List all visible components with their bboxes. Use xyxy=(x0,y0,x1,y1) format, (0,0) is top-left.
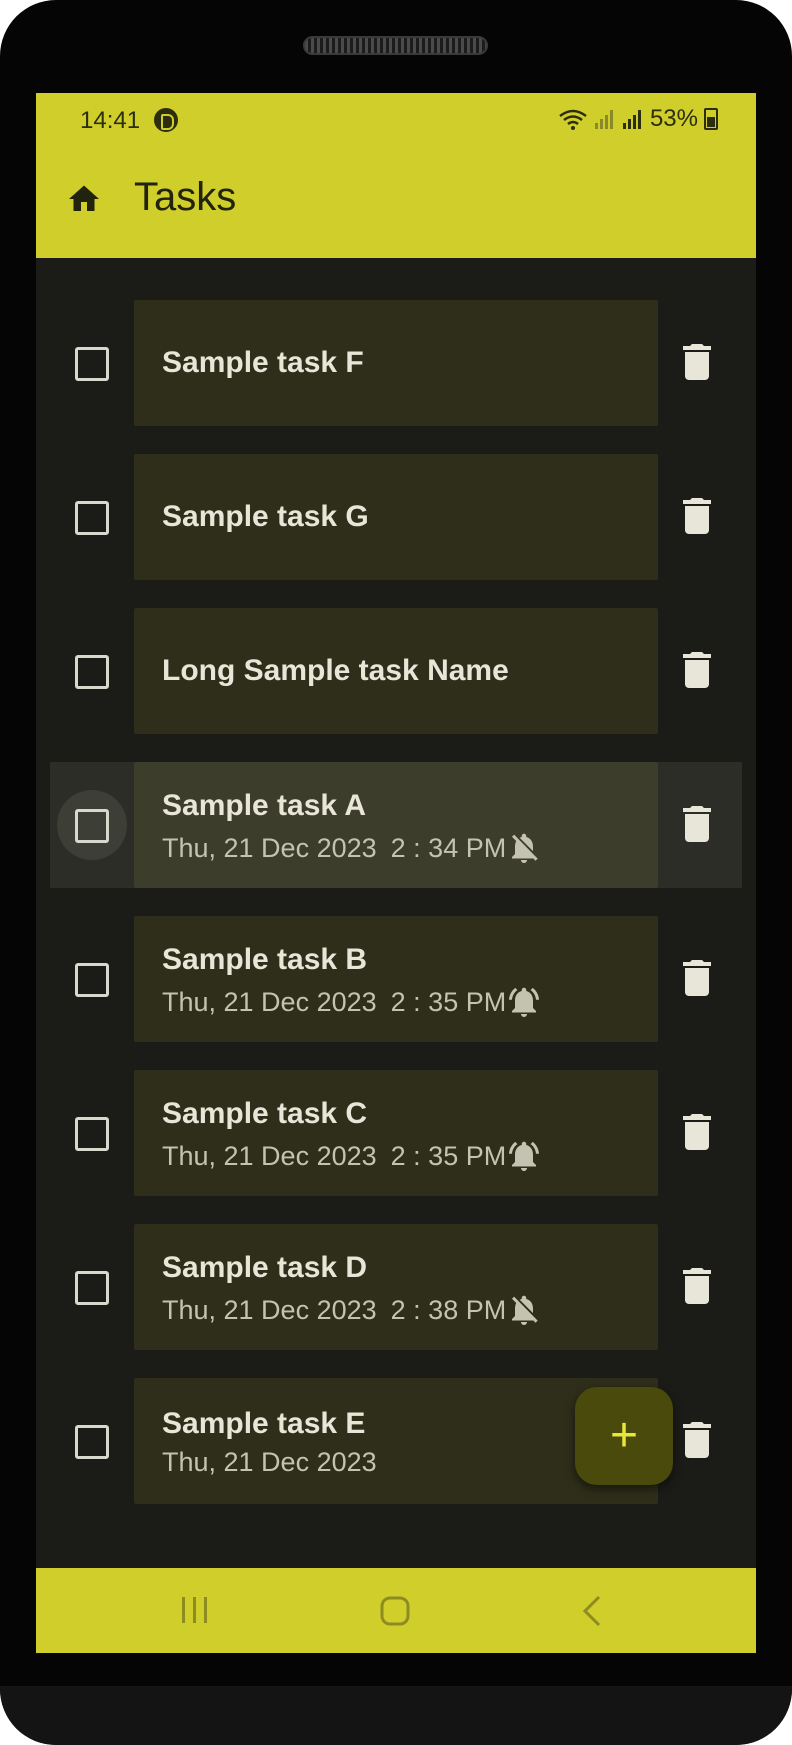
list-item: Sample task D Thu, 21 Dec 2023 2 : 38 PM xyxy=(36,1224,756,1350)
trash-icon[interactable] xyxy=(683,1422,711,1458)
bell-off-icon[interactable] xyxy=(506,1292,542,1328)
task-title: Sample task C xyxy=(162,1097,368,1130)
task-time: 2 : 38 PM xyxy=(390,1295,507,1325)
back-icon[interactable] xyxy=(581,1594,603,1628)
checkbox-icon[interactable] xyxy=(75,347,109,381)
speaker-grille xyxy=(303,36,488,55)
task-list: Sample task F Sample task G Long Sample … xyxy=(36,258,756,1562)
task-title: Long Sample task Name xyxy=(162,654,509,687)
task-datetime: Thu, 21 Dec 2023 2 : 34 PM xyxy=(162,833,506,864)
battery-percent: 53% xyxy=(649,105,698,132)
task-card[interactable]: Sample task B Thu, 21 Dec 2023 2 : 35 PM xyxy=(134,916,658,1042)
list-item-selected: Sample task A Thu, 21 Dec 2023 2 : 34 PM xyxy=(36,762,756,888)
home-icon[interactable] xyxy=(66,181,102,217)
app-bar: Tasks xyxy=(36,145,756,258)
page-title: Tasks xyxy=(134,175,237,219)
task-card[interactable]: Sample task G xyxy=(134,454,658,580)
task-datetime: Thu, 21 Dec 2023 2 : 35 PM xyxy=(162,987,506,1018)
nav-home-icon[interactable] xyxy=(379,1595,411,1627)
device-frame: 14:41 53% Tasks Sample task F Sample tas… xyxy=(0,0,792,1745)
task-date: Thu, 21 Dec 2023 xyxy=(162,833,377,863)
task-date: Thu, 21 Dec 2023 xyxy=(162,1141,377,1171)
task-card[interactable]: Sample task A Thu, 21 Dec 2023 2 : 34 PM xyxy=(134,762,658,888)
checkbox-icon[interactable] xyxy=(75,501,109,535)
recents-icon[interactable] xyxy=(179,1595,211,1625)
list-item: Sample task C Thu, 21 Dec 2023 2 : 35 PM xyxy=(36,1070,756,1196)
checkbox-icon[interactable] xyxy=(75,1117,109,1151)
notification-app-icon xyxy=(154,108,178,132)
task-datetime: Thu, 21 Dec 2023 2 : 38 PM xyxy=(162,1295,506,1326)
task-date: Thu, 21 Dec 2023 xyxy=(162,1295,377,1325)
checkbox-icon[interactable] xyxy=(75,655,109,689)
bell-ringing-icon[interactable] xyxy=(506,984,542,1020)
trash-icon[interactable] xyxy=(683,1114,711,1150)
trash-icon[interactable] xyxy=(683,806,711,842)
task-title: Sample task F xyxy=(162,346,364,379)
signal-icon-2 xyxy=(622,110,641,129)
bell-off-icon[interactable] xyxy=(506,830,542,866)
task-title: Sample task E xyxy=(162,1407,366,1440)
task-card[interactable]: Sample task D Thu, 21 Dec 2023 2 : 38 PM xyxy=(134,1224,658,1350)
status-bar: 14:41 53% xyxy=(36,93,756,145)
system-nav-bar xyxy=(36,1568,756,1653)
checkbox-icon[interactable] xyxy=(75,809,109,843)
trash-icon[interactable] xyxy=(683,652,711,688)
task-title: Sample task G xyxy=(162,500,369,533)
task-datetime: Thu, 21 Dec 2023 xyxy=(162,1447,377,1478)
trash-icon[interactable] xyxy=(683,960,711,996)
bottom-bezel xyxy=(0,1686,792,1745)
battery-icon xyxy=(704,108,718,130)
wifi-icon xyxy=(559,109,587,130)
bell-ringing-icon[interactable] xyxy=(506,1138,542,1174)
task-time: 2 : 34 PM xyxy=(390,833,507,863)
task-card[interactable]: Long Sample task Name xyxy=(134,608,658,734)
status-indicators: 53% xyxy=(558,105,718,133)
trash-icon[interactable] xyxy=(683,344,711,380)
task-date: Thu, 21 Dec 2023 xyxy=(162,987,377,1017)
task-date: Thu, 21 Dec 2023 xyxy=(162,1447,377,1477)
status-time: 14:41 xyxy=(80,107,141,134)
screen: 14:41 53% Tasks Sample task F Sample tas… xyxy=(36,93,756,1653)
add-task-button[interactable]: + xyxy=(575,1387,673,1485)
checkbox-icon[interactable] xyxy=(75,963,109,997)
task-time: 2 : 35 PM xyxy=(390,1141,507,1171)
task-title: Sample task D xyxy=(162,1251,368,1284)
trash-icon[interactable] xyxy=(683,498,711,534)
task-title: Sample task A xyxy=(162,789,366,822)
checkbox-icon[interactable] xyxy=(75,1271,109,1305)
signal-icon xyxy=(594,110,613,129)
checkbox-icon[interactable] xyxy=(75,1425,109,1459)
list-item: Sample task G xyxy=(36,454,756,580)
list-item: Long Sample task Name xyxy=(36,608,756,734)
task-time: 2 : 35 PM xyxy=(390,987,507,1017)
list-item: Sample task F xyxy=(36,300,756,426)
task-card[interactable]: Sample task C Thu, 21 Dec 2023 2 : 35 PM xyxy=(134,1070,658,1196)
task-datetime: Thu, 21 Dec 2023 2 : 35 PM xyxy=(162,1141,506,1172)
task-title: Sample task B xyxy=(162,943,368,976)
task-card[interactable]: Sample task F xyxy=(134,300,658,426)
list-item: Sample task B Thu, 21 Dec 2023 2 : 35 PM xyxy=(36,916,756,1042)
trash-icon[interactable] xyxy=(683,1268,711,1304)
